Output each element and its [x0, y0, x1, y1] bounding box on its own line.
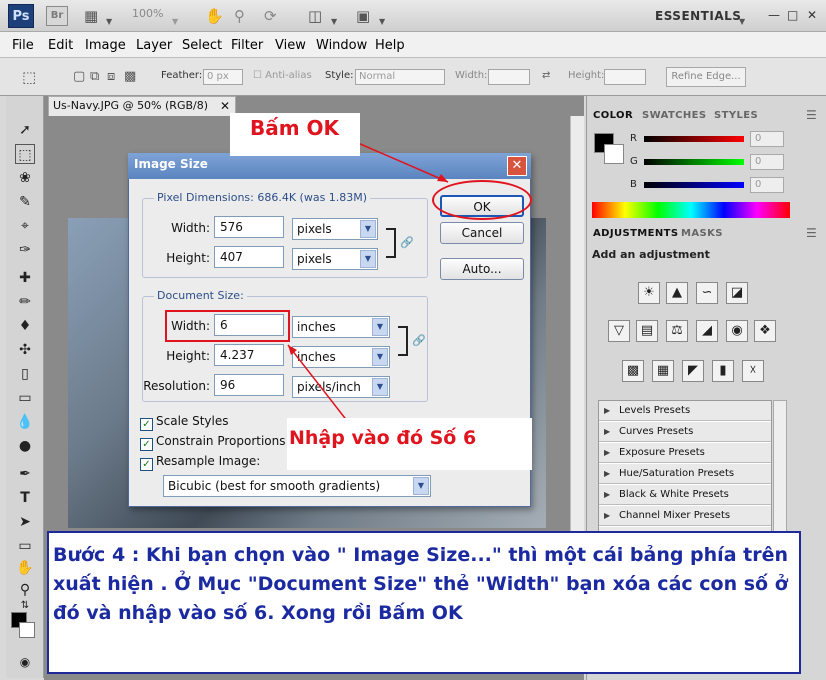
ok-hint: Bấm OK — [250, 116, 340, 140]
instruction-text: Bước 4 : Khi bạn chọn vào " Image Size..… — [53, 544, 788, 624]
six-hint: Nhập vào đó Số 6 — [289, 427, 477, 449]
instruction-box: Bước 4 : Khi bạn chọn vào " Image Size..… — [47, 531, 801, 674]
